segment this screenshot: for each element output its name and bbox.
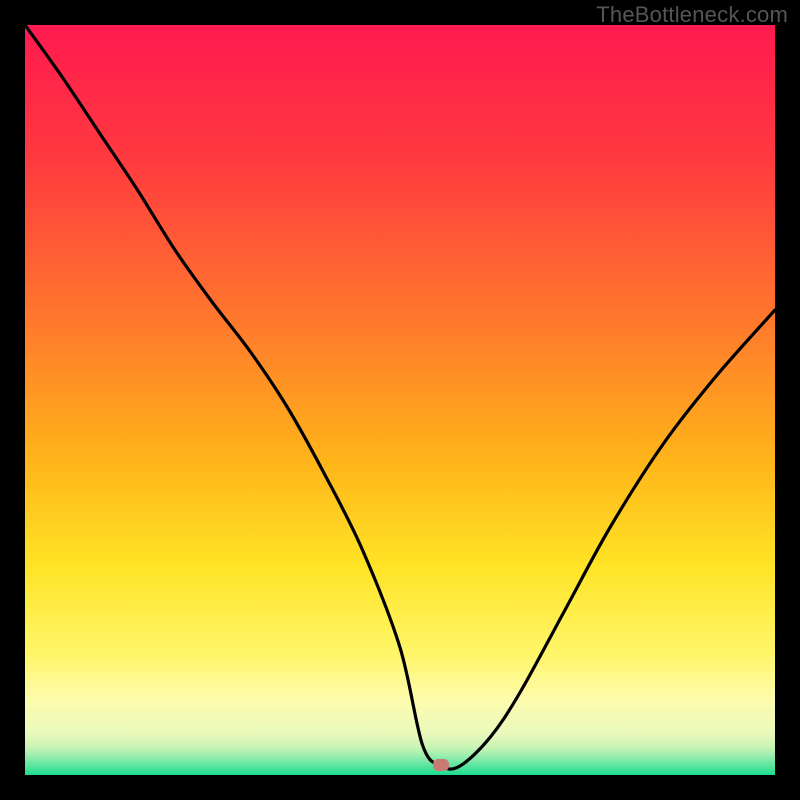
chart-svg [25, 25, 775, 775]
gradient-background [25, 25, 775, 775]
plot-area [25, 25, 775, 775]
bottleneck-marker [433, 759, 449, 771]
chart-container: TheBottleneck.com [0, 0, 800, 800]
watermark-text: TheBottleneck.com [596, 2, 788, 28]
